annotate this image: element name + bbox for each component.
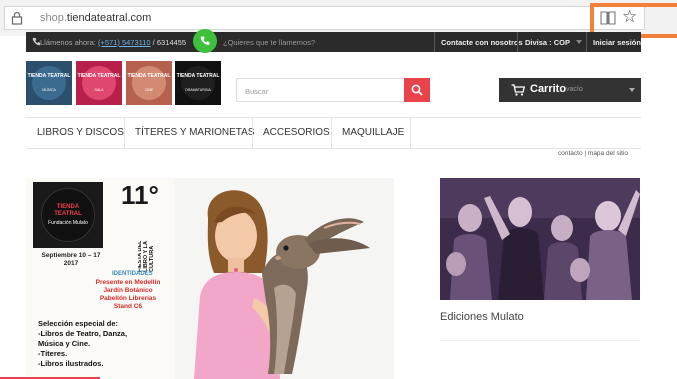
login-link[interactable]: Iniciar sesión — [593, 38, 641, 47]
banner-logo: TIENDA TEATRAL Fundación Mulato — [33, 182, 103, 248]
nav-divider — [331, 118, 332, 148]
nav-divider — [124, 118, 125, 148]
logo-subtitle: DRAMATURGIA — [185, 88, 211, 92]
cart-label: Carrito — [530, 83, 567, 95]
promo-divider — [440, 340, 640, 341]
logo-title: TIENDA TEATRAL — [77, 73, 121, 79]
banner-logo-title: TIENDA TEATRAL — [54, 204, 82, 217]
main-nav: LIBROS Y DISCOS TÍTERES Y MARIONETAS ACC… — [26, 117, 641, 149]
nav-item-maquillaje[interactable]: MAQUILLAJE — [342, 118, 404, 148]
logo-subtitle: MÚSICA — [42, 88, 56, 92]
banner-photo — [174, 178, 394, 379]
search-icon — [411, 84, 423, 96]
topbar-divider — [586, 32, 587, 52]
promo-title[interactable]: Ediciones Mulato — [440, 311, 524, 323]
cart-status: vacío — [566, 86, 583, 93]
edition-number: 11° — [121, 180, 159, 210]
nav-divider — [410, 118, 411, 148]
sitemap-link[interactable]: mapa del sitio — [588, 150, 628, 157]
topbar-divider — [517, 32, 518, 52]
identidades-label: IDENTIDADES — [112, 271, 153, 277]
fiesta-title: FIESTA DEL LIBRO Y LA CULTURA — [138, 240, 155, 272]
callback-link[interactable]: ¿Quieres que te llamemos? — [223, 38, 315, 47]
url-text[interactable]: shop.tiendateatral.com — [40, 12, 151, 24]
chevron-down-icon — [576, 40, 582, 44]
search-button[interactable] — [404, 78, 430, 102]
logo-title: TIENDA TEATRAL — [176, 73, 220, 79]
nav-item-titeres[interactable]: TÍTERES Y MARIONETAS — [135, 118, 254, 148]
search-box — [236, 78, 430, 102]
event-date: Septiembre 10 – 17 2017 — [41, 252, 101, 267]
svg-text:CULTURA: CULTURA — [149, 246, 155, 272]
nav-item-libros-discos[interactable]: LIBROS Y DISCOS — [37, 118, 124, 148]
lock-icon — [11, 11, 23, 25]
nav-item-accesorios[interactable]: ACCESORIOS — [263, 118, 330, 148]
currency-selector[interactable]: Divisa : COP — [525, 38, 570, 47]
top-info-bar: Llámenos ahora: (+571) 5473110 / 6314455… — [26, 29, 641, 53]
cart-icon — [511, 84, 525, 96]
whatsapp-button[interactable] — [193, 29, 217, 53]
logo-musica[interactable]: TIENDA TEATRAL MÚSICA — [26, 61, 72, 105]
topbar-divider — [434, 32, 435, 52]
logo-subtitle: SALA — [94, 88, 104, 92]
logo-cine[interactable]: TIENDA TEATRAL CINE — [126, 61, 172, 105]
contact-link[interactable]: Contacte con nosotros — [441, 38, 523, 47]
phone-link[interactable]: (+571) 5473110 — [98, 38, 151, 47]
logo-dramaturgia[interactable]: TIENDA TEATRAL DRAMATURGIA — [175, 61, 221, 105]
logo-circle — [181, 66, 215, 100]
banner-logo-subtitle: Fundación Mulato — [48, 220, 88, 226]
call-us-text: Llámenos ahora: (+571) 5473110 / 6314455 — [40, 38, 187, 47]
event-location: Presente en Medellín Jardín Botánico Pab… — [95, 279, 161, 310]
logo-circle — [82, 66, 116, 100]
site-links: contacto | mapa del sitio — [558, 150, 628, 157]
logo-circle — [32, 66, 66, 100]
nav-divider — [252, 118, 253, 148]
logo-circle — [132, 66, 166, 100]
selection-list: Selección especial de: -Libros de Teatro… — [38, 319, 128, 368]
logo-title: TIENDA TEATRAL — [27, 73, 71, 79]
cart-button[interactable]: Carrito vacío — [499, 78, 641, 102]
whatsapp-icon — [200, 36, 210, 46]
logo-subtitle: CINE — [144, 88, 154, 92]
main-banner[interactable]: TIENDA TEATRAL Fundación Mulato Septiembr… — [26, 178, 394, 379]
logo-title: TIENDA TEATRAL — [127, 73, 171, 79]
search-input[interactable] — [243, 83, 407, 99]
promo-image[interactable] — [440, 178, 640, 300]
chevron-down-icon — [629, 88, 635, 92]
logo-sala[interactable]: TIENDA TEATRAL SALA — [76, 61, 122, 105]
link-separator: | — [584, 150, 587, 157]
contact-link[interactable]: contacto — [558, 150, 583, 157]
